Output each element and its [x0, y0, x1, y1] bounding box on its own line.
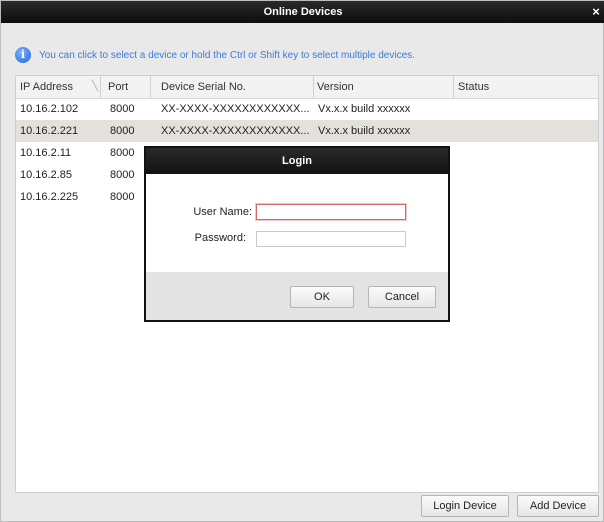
column-header-serial[interactable]: Device Serial No.	[161, 76, 314, 98]
cell-ip: 10.16.2.11	[20, 147, 72, 159]
cell-serial: XX-XXXX-XXXXXXXXXXXX...	[161, 125, 310, 137]
cell-ip: 10.16.2.225	[20, 191, 79, 203]
login-dialog-title: Login	[146, 148, 448, 174]
close-icon[interactable]: ×	[589, 1, 603, 23]
login-dialog: Login User Name: Password: OK Cancel	[144, 146, 450, 322]
cell-status	[458, 186, 588, 208]
login-dialog-footer: OK Cancel	[146, 272, 448, 320]
info-icon: i	[15, 47, 31, 63]
sort-indicator-icon: ╲	[91, 81, 99, 92]
window-title: Online Devices	[263, 6, 343, 18]
ok-button[interactable]: OK	[290, 286, 354, 308]
password-label: Password:	[194, 232, 246, 244]
selection-hint: i You can click to select a device or ho…	[15, 45, 415, 65]
cell-serial: XX-XXXX-XXXXXXXXXXXX...	[161, 103, 310, 115]
cell-version: Vx.x.x build xxxxxx	[318, 125, 411, 137]
table-row[interactable]: 10.16.2.221 8000 XX-XXXX-XXXXXXXXXXXX...…	[16, 120, 598, 142]
online-devices-window: Online Devices × i You can click to sele…	[0, 0, 604, 522]
cell-status	[458, 98, 588, 120]
cell-ip: 10.16.2.85	[20, 169, 72, 181]
login-device-button[interactable]: Login Device	[421, 495, 509, 517]
cell-status	[458, 142, 588, 164]
cell-port: 8000	[110, 125, 135, 137]
cell-status	[458, 120, 588, 142]
cancel-button[interactable]: Cancel	[368, 286, 436, 308]
cell-port: 8000	[110, 103, 135, 115]
hint-text: You can click to select a device or hold…	[39, 49, 415, 61]
add-device-button[interactable]: Add Device	[517, 495, 599, 517]
table-row[interactable]: 10.16.2.102 8000 XX-XXXX-XXXXXXXXXXXX...…	[16, 98, 598, 120]
cell-ip: 10.16.2.102	[20, 103, 79, 115]
cell-ip: 10.16.2.221	[20, 125, 79, 137]
cell-version: Vx.x.x build xxxxxx	[318, 103, 411, 115]
username-input[interactable]	[256, 204, 406, 220]
cell-status	[458, 164, 588, 186]
window-titlebar: Online Devices ×	[1, 1, 604, 23]
login-dialog-body: User Name: Password:	[146, 174, 448, 272]
column-header-version[interactable]: Version	[317, 76, 454, 98]
password-input[interactable]	[256, 231, 406, 247]
table-header: IP Address ╲ Port Device Serial No. Vers…	[16, 76, 598, 99]
username-label: User Name:	[193, 206, 252, 218]
column-header-port[interactable]: Port	[108, 76, 151, 98]
column-header-status[interactable]: Status	[458, 76, 588, 98]
